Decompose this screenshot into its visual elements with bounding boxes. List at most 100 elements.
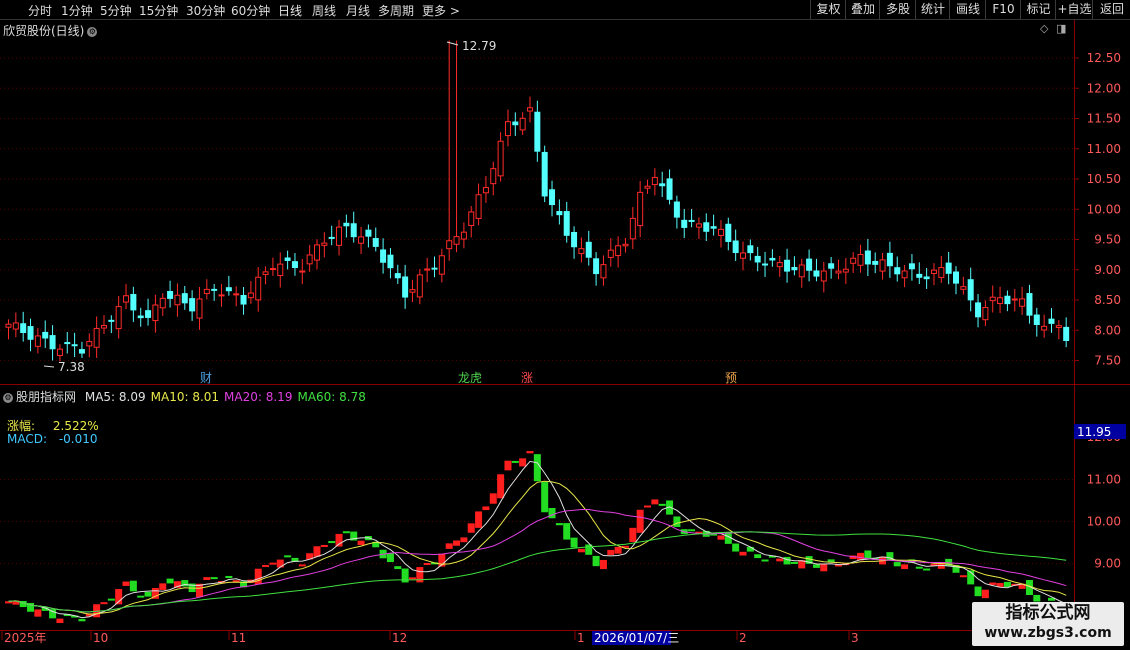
price-tick-label: 9.00 bbox=[1094, 263, 1121, 277]
indicator-bar bbox=[445, 543, 453, 549]
candle-body bbox=[975, 302, 982, 318]
indicator-bar bbox=[320, 545, 328, 548]
indicator-bar bbox=[651, 499, 659, 505]
indicator-bar bbox=[210, 577, 218, 580]
indicator-settings-icon[interactable]: ⚙ bbox=[3, 392, 13, 403]
candle-body bbox=[438, 255, 445, 275]
low-pointer bbox=[43, 365, 55, 368]
time-axis-label: 11 bbox=[231, 631, 246, 645]
indicator-bar bbox=[328, 541, 336, 544]
candle-body bbox=[211, 288, 218, 291]
candle-body bbox=[967, 279, 974, 301]
indicator-bar bbox=[783, 556, 791, 565]
candle-body bbox=[5, 323, 12, 328]
indicator-bar bbox=[122, 581, 130, 586]
price-tick-label: 11.50 bbox=[1087, 112, 1121, 126]
candle-body bbox=[343, 222, 350, 227]
candle-body bbox=[115, 306, 122, 330]
indicator-bar bbox=[614, 546, 622, 554]
candle-body bbox=[460, 231, 467, 240]
ma-label-2: MA20: 8.19 bbox=[224, 390, 293, 404]
candle-body bbox=[806, 258, 813, 271]
indicator-bar bbox=[820, 564, 828, 572]
indicator-bar bbox=[1033, 594, 1041, 602]
indicator-bar bbox=[453, 540, 461, 546]
time-axis-label: 2025年 bbox=[4, 631, 47, 645]
candle-body bbox=[688, 219, 695, 222]
candle-body bbox=[233, 293, 240, 296]
candle-body bbox=[754, 255, 761, 263]
time-axis-label: 3 bbox=[851, 631, 859, 645]
candle-body bbox=[556, 211, 563, 216]
candle-body bbox=[225, 287, 232, 292]
candle-body bbox=[703, 222, 710, 232]
indicator-bar bbox=[225, 575, 233, 579]
candle-body bbox=[740, 252, 746, 259]
indicator-bar bbox=[298, 564, 306, 567]
candle-body bbox=[901, 270, 908, 279]
indicator-bar bbox=[262, 564, 270, 567]
candle-body bbox=[916, 273, 923, 278]
price-tick-label: 10.50 bbox=[1087, 172, 1121, 186]
candle-body bbox=[578, 248, 585, 255]
candle-body bbox=[262, 271, 269, 275]
candle-body bbox=[629, 217, 636, 240]
kline-chart[interactable]: 12.50 12.00 11.50 11.00 10.50 10.00 9.50 9.00 8.… bbox=[0, 0, 1130, 650]
cursor-price-label: 11.95 bbox=[1077, 425, 1111, 439]
indicator-bar bbox=[144, 591, 152, 597]
candle-body bbox=[908, 263, 915, 270]
watermark-url: www.zbgs3.com bbox=[984, 625, 1112, 641]
candle-body bbox=[181, 293, 188, 304]
candle-body bbox=[284, 257, 291, 261]
event-mark: 财 bbox=[200, 371, 212, 385]
candle-body bbox=[336, 226, 343, 246]
candle-body bbox=[784, 259, 791, 272]
candle-body bbox=[747, 245, 754, 254]
candle-body bbox=[989, 296, 996, 302]
candle-body bbox=[1033, 314, 1040, 326]
candle-body bbox=[938, 267, 945, 278]
candle-body bbox=[100, 324, 107, 329]
indicator-bar bbox=[34, 609, 42, 617]
indicator-bar bbox=[901, 564, 909, 570]
time-axis-label: 1 bbox=[577, 631, 585, 645]
ma-label-3: MA60: 8.78 bbox=[297, 390, 366, 404]
low-price-label: 7.38 bbox=[58, 360, 85, 374]
indicator-bar bbox=[754, 554, 762, 559]
candle-group bbox=[5, 40, 1070, 362]
candle-body bbox=[475, 194, 482, 219]
candle-body bbox=[306, 254, 313, 265]
candle-body bbox=[622, 243, 629, 247]
time-axis-label: 10 bbox=[93, 631, 108, 645]
indicator-bar bbox=[658, 503, 666, 506]
price-tick-label: 8.00 bbox=[1094, 323, 1121, 337]
indicator-bar bbox=[607, 549, 615, 555]
candle-body bbox=[549, 189, 556, 206]
watermark-title: 指标公式网 bbox=[1005, 603, 1091, 623]
candle-body bbox=[842, 268, 849, 273]
candle-body bbox=[93, 327, 100, 348]
indicator-bar bbox=[254, 568, 262, 585]
indicator-bar bbox=[203, 577, 211, 581]
indicator-bar bbox=[100, 602, 108, 605]
candle-body bbox=[857, 253, 864, 266]
price-tick-label: 9.50 bbox=[1094, 233, 1121, 247]
event-mark: 预 bbox=[725, 371, 737, 385]
candle-body bbox=[725, 223, 732, 242]
price-tick-label: 11.00 bbox=[1087, 142, 1121, 156]
indicator-bar bbox=[812, 564, 820, 568]
indicator-name: 股朋指标网 bbox=[16, 390, 77, 404]
indicator-bar bbox=[959, 575, 967, 578]
indicator-bar bbox=[923, 568, 931, 571]
candle-body bbox=[776, 262, 783, 268]
indicator-bar bbox=[629, 527, 637, 543]
price-tick-label: 7.50 bbox=[1094, 354, 1121, 368]
candle-body bbox=[886, 252, 893, 267]
candle-body bbox=[350, 223, 357, 238]
indicator-bar bbox=[636, 509, 644, 533]
candle-body bbox=[710, 226, 717, 229]
candle-body bbox=[387, 254, 394, 269]
candle-body bbox=[519, 117, 526, 131]
indicator-bar bbox=[599, 559, 607, 570]
candle-body bbox=[167, 290, 174, 299]
